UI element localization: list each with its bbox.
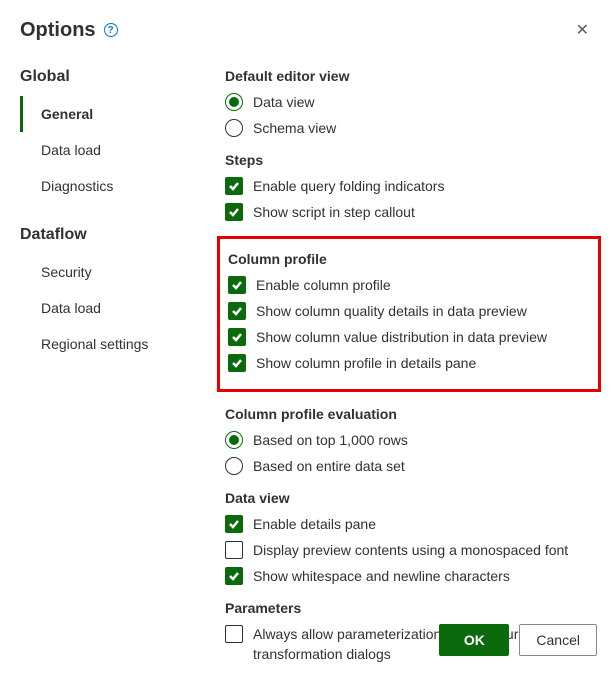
checkbox-option[interactable]: Show column profile in details pane: [228, 353, 590, 373]
option-label: Enable column profile: [256, 275, 590, 295]
option-label: Based on entire data set: [253, 456, 597, 476]
checkbox-option[interactable]: Enable column profile: [228, 275, 590, 295]
section-data-view: Data view Enable details pane Display pr…: [225, 490, 597, 586]
radio-icon[interactable]: [225, 93, 243, 111]
option-label: Show script in step callout: [253, 202, 597, 222]
sidebar-item-label: Data load: [41, 300, 101, 316]
dialog-footer: OK Cancel: [439, 624, 597, 656]
checkbox-icon[interactable]: [228, 328, 246, 346]
radio-option[interactable]: Schema view: [225, 118, 597, 138]
option-label: Show column value distribution in data p…: [256, 327, 590, 347]
checkbox-option[interactable]: Enable details pane: [225, 514, 597, 534]
checkbox-option[interactable]: Enable query folding indicators: [225, 176, 597, 196]
sidebar-item-label: Diagnostics: [41, 178, 113, 194]
checkbox-icon[interactable]: [228, 302, 246, 320]
dialog-header: Options ? ✕: [20, 16, 597, 44]
radio-icon[interactable]: [225, 457, 243, 475]
section-column-profile: Column profile Enable column profile Sho…: [217, 236, 601, 392]
sidebar-item-label: Regional settings: [41, 336, 148, 352]
option-label: Data view: [253, 92, 597, 112]
section-steps: Steps Enable query folding indicators Sh…: [225, 152, 597, 222]
cancel-button[interactable]: Cancel: [519, 624, 597, 656]
sidebar: Global General Data load Diagnostics Dat…: [20, 62, 205, 678]
section-title: Column profile evaluation: [225, 406, 597, 422]
close-icon[interactable]: ✕: [568, 16, 597, 44]
checkbox-icon[interactable]: [228, 276, 246, 294]
option-label: Display preview contents using a monospa…: [253, 540, 597, 560]
content-panel: Default editor view Data view Schema vie…: [205, 62, 597, 678]
section-column-profile-eval: Column profile evaluation Based on top 1…: [225, 406, 597, 476]
sidebar-item-security[interactable]: Security: [20, 254, 205, 290]
checkbox-icon[interactable]: [225, 203, 243, 221]
option-label: Schema view: [253, 118, 597, 138]
sidebar-item-regional-settings[interactable]: Regional settings: [20, 326, 205, 362]
sidebar-item-label: Data load: [41, 142, 101, 158]
option-label: Show whitespace and newline characters: [253, 566, 597, 586]
checkbox-icon[interactable]: [225, 625, 243, 643]
radio-option[interactable]: Based on top 1,000 rows: [225, 430, 597, 450]
sidebar-item-data-load[interactable]: Data load: [20, 132, 205, 168]
checkbox-option[interactable]: Display preview contents using a monospa…: [225, 540, 597, 560]
checkbox-option[interactable]: Show whitespace and newline characters: [225, 566, 597, 586]
section-title: Column profile: [228, 251, 590, 267]
option-label: Enable query folding indicators: [253, 176, 597, 196]
checkbox-option[interactable]: Show column value distribution in data p…: [228, 327, 590, 347]
checkbox-icon[interactable]: [228, 354, 246, 372]
option-label: Enable details pane: [253, 514, 597, 534]
radio-option[interactable]: Based on entire data set: [225, 456, 597, 476]
sidebar-group-dataflow: Dataflow: [20, 226, 205, 244]
option-label: Based on top 1,000 rows: [253, 430, 597, 450]
section-title: Steps: [225, 152, 597, 168]
sidebar-item-general[interactable]: General: [20, 96, 205, 132]
sidebar-item-label: General: [41, 106, 93, 122]
checkbox-icon[interactable]: [225, 177, 243, 195]
checkbox-icon[interactable]: [225, 515, 243, 533]
option-label: Show column quality details in data prev…: [256, 301, 590, 321]
section-title: Data view: [225, 490, 597, 506]
radio-icon[interactable]: [225, 119, 243, 137]
sidebar-item-label: Security: [41, 264, 92, 280]
sidebar-group-global: Global: [20, 68, 205, 86]
section-title: Default editor view: [225, 68, 597, 84]
checkbox-option[interactable]: Show column quality details in data prev…: [228, 301, 590, 321]
radio-option[interactable]: Data view: [225, 92, 597, 112]
help-icon[interactable]: ?: [104, 23, 118, 37]
section-default-editor-view: Default editor view Data view Schema vie…: [225, 68, 597, 138]
ok-button[interactable]: OK: [439, 624, 509, 656]
option-label: Show column profile in details pane: [256, 353, 590, 373]
dialog-title: Options: [20, 19, 96, 42]
dialog-body: Global General Data load Diagnostics Dat…: [20, 62, 597, 678]
checkbox-icon[interactable]: [225, 541, 243, 559]
sidebar-item-diagnostics[interactable]: Diagnostics: [20, 168, 205, 204]
checkbox-option[interactable]: Show script in step callout: [225, 202, 597, 222]
sidebar-item-data-load-2[interactable]: Data load: [20, 290, 205, 326]
radio-icon[interactable]: [225, 431, 243, 449]
section-title: Parameters: [225, 600, 597, 616]
checkbox-icon[interactable]: [225, 567, 243, 585]
